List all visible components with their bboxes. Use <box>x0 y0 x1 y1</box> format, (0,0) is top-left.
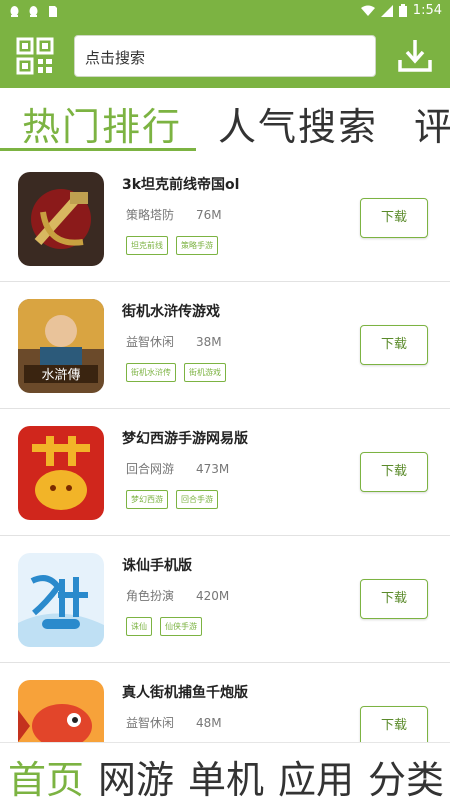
app-name: 真人街机捕鱼千炮版 <box>122 685 248 701</box>
status-bar: 1:54 <box>0 0 450 24</box>
nav-single-player[interactable]: 单机 <box>188 749 264 800</box>
tag[interactable]: 街机水浒传 <box>126 363 176 382</box>
app-name: 街机水浒传游戏 <box>122 304 220 320</box>
app-tags: 街机水浒传 街机游戏 <box>126 363 226 382</box>
app-name: 梦幻西游手游网易版 <box>122 431 248 447</box>
tab-review[interactable]: 评 <box>414 96 450 151</box>
list-item[interactable]: 3k坦克前线帝国ol 策略塔防 76M 坦克前线 策略手游 下载 <box>0 156 450 282</box>
wifi-icon <box>360 5 375 16</box>
sd-card-icon <box>49 6 57 17</box>
search-placeholder: 点击搜索 <box>85 49 146 67</box>
status-time: 1:54 <box>412 3 442 18</box>
dream-character-icon <box>18 426 104 520</box>
tank-hammer-sickle-icon <box>18 172 104 266</box>
tab-popular-search[interactable]: 人气搜索 <box>218 96 378 151</box>
app-category: 策略塔防 <box>126 208 175 222</box>
tag[interactable]: 策略手游 <box>176 236 218 255</box>
app-meta: 益智休闲 38M <box>126 333 222 350</box>
app-size: 473M <box>196 462 230 476</box>
water-margin-icon: 水滸傳 <box>18 299 104 393</box>
download-button[interactable]: 下载 <box>360 325 428 365</box>
active-tab-indicator <box>0 148 196 151</box>
app-name: 诛仙手机版 <box>122 558 192 574</box>
download-manager-icon[interactable] <box>395 36 435 76</box>
list-item[interactable]: 水滸傳 街机水浒传游戏 益智休闲 38M 街机水浒传 街机游戏 下载 <box>0 283 450 409</box>
nav-categories[interactable]: 分类 <box>368 749 444 800</box>
app-size: 48M <box>196 716 222 730</box>
list-item[interactable]: 真人街机捕鱼千炮版 益智休闲 48M 下载 <box>0 664 450 742</box>
app-category: 益智休闲 <box>126 716 175 730</box>
nav-apps[interactable]: 应用 <box>278 749 354 800</box>
tag[interactable]: 梦幻西游 <box>126 490 168 509</box>
download-button[interactable]: 下载 <box>360 706 428 742</box>
download-button[interactable]: 下载 <box>360 579 428 619</box>
app-header: 点击搜索 <box>0 24 450 88</box>
nav-home[interactable]: 首页 <box>8 749 84 800</box>
app-tags: 梦幻西游 回合手游 <box>126 490 218 509</box>
app-list: 3k坦克前线帝国ol 策略塔防 76M 坦克前线 策略手游 下载 水滸傳 街机水浒… <box>0 156 450 742</box>
tag[interactable]: 坦克前线 <box>126 236 168 255</box>
qq-icon <box>29 6 38 17</box>
tag[interactable]: 回合手游 <box>176 490 218 509</box>
list-item[interactable]: 梦幻西游手游网易版 回合网游 473M 梦幻西游 回合手游 下载 <box>0 410 450 536</box>
download-button[interactable]: 下载 <box>360 452 428 492</box>
app-meta: 益智休闲 48M <box>126 714 222 731</box>
app-category: 回合网游 <box>126 462 175 476</box>
app-category: 角色扮演 <box>126 589 175 603</box>
app-size: 76M <box>196 208 222 222</box>
app-category: 益智休闲 <box>126 335 175 349</box>
app-meta: 角色扮演 420M <box>126 587 229 604</box>
app-size: 420M <box>196 589 230 603</box>
app-tags: 诛仙 仙侠手游 <box>126 617 202 636</box>
download-button[interactable]: 下载 <box>360 198 428 238</box>
zhuxian-logo-icon <box>18 553 104 647</box>
list-item[interactable]: 诛仙手机版 角色扮演 420M 诛仙 仙侠手游 下载 <box>0 537 450 663</box>
goldfish-icon <box>18 680 104 742</box>
nav-online-games[interactable]: 网游 <box>98 749 174 800</box>
app-meta: 策略塔防 76M <box>126 206 222 223</box>
tab-hot-ranking[interactable]: 热门排行 <box>22 96 182 151</box>
search-input[interactable]: 点击搜索 <box>74 35 376 77</box>
signal-icon <box>380 4 393 17</box>
svg-text:水滸傳: 水滸傳 <box>41 367 80 383</box>
tag[interactable]: 街机游戏 <box>184 363 226 382</box>
bottom-navigation: 首页 网游 单机 应用 分类 <box>0 742 450 800</box>
tag[interactable]: 仙侠手游 <box>160 617 202 636</box>
app-size: 38M <box>196 335 222 349</box>
battery-icon <box>398 4 407 17</box>
qq-icon <box>10 6 19 17</box>
app-meta: 回合网游 473M <box>126 460 229 477</box>
app-tags: 坦克前线 策略手游 <box>126 236 218 255</box>
app-name: 3k坦克前线帝国ol <box>122 177 240 193</box>
qr-scan-icon[interactable] <box>16 37 54 75</box>
tag[interactable]: 诛仙 <box>126 617 152 636</box>
category-tabs: 热门排行 人气搜索 评 <box>0 88 450 154</box>
